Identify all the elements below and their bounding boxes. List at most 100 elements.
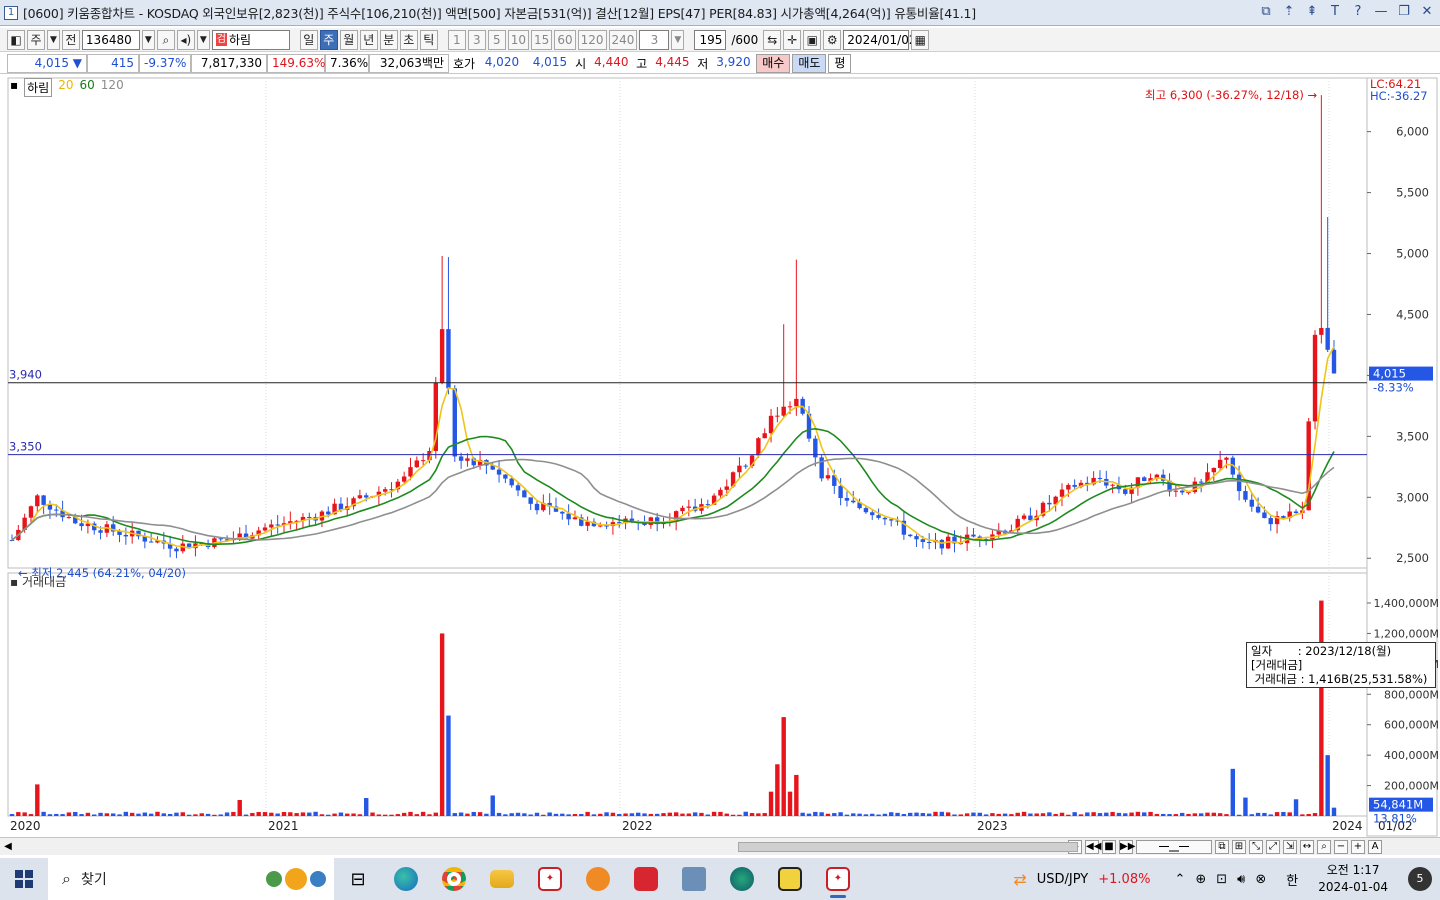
chrome-icon[interactable] bbox=[430, 858, 478, 900]
candle-body bbox=[509, 478, 514, 486]
notification-badge[interactable]: 5 bbox=[1408, 867, 1432, 891]
tile-icon[interactable]: ⧉ bbox=[1259, 4, 1273, 19]
calendar-icon[interactable]: ▦ bbox=[911, 29, 930, 50]
pin-icon[interactable]: ⇡ bbox=[1282, 4, 1296, 19]
volume-bar bbox=[218, 814, 223, 816]
speaker-dropdown-icon[interactable]: ▼ bbox=[196, 29, 210, 50]
volume-bar bbox=[1034, 813, 1039, 816]
chart-type-select[interactable]: 주 bbox=[27, 29, 45, 50]
chart-area[interactable]: 6,0005,5005,0004,5004,0003,5003,0002,500… bbox=[0, 76, 1440, 837]
sticky-notes-icon[interactable] bbox=[766, 858, 814, 900]
sell-button[interactable]: 매도 bbox=[792, 53, 827, 73]
calculator-icon[interactable] bbox=[670, 858, 718, 900]
copy-icon[interactable]: ⧉ bbox=[1215, 839, 1229, 854]
chevron-down-icon[interactable]: ▼ bbox=[47, 29, 60, 50]
compare-icon[interactable]: ⇆ bbox=[763, 29, 782, 50]
font-a-icon[interactable]: A bbox=[1368, 839, 1382, 854]
help-icon[interactable]: ? bbox=[1351, 4, 1365, 19]
rewind-icon[interactable]: ◀◀ bbox=[1085, 839, 1101, 854]
kiwoom-chart-active-icon[interactable]: ✦ bbox=[814, 858, 862, 900]
volume-bar bbox=[939, 811, 945, 816]
search-icon[interactable]: ⌕ bbox=[156, 29, 175, 50]
period-month[interactable]: 월 bbox=[339, 29, 358, 50]
taskbar-search[interactable]: ⌕ 찾기 bbox=[48, 858, 334, 900]
interval-5[interactable]: 5 bbox=[487, 29, 506, 50]
chevron-up-icon[interactable]: ⌃ bbox=[1174, 872, 1185, 887]
interval-3[interactable]: 3 bbox=[467, 29, 486, 50]
scroll-left-icon[interactable]: ◀ bbox=[0, 841, 16, 852]
period-second[interactable]: 초 bbox=[399, 29, 418, 50]
candle-body bbox=[35, 495, 40, 507]
zoom-slider[interactable]: ⎯⎯⎽⎯⎯ bbox=[1136, 839, 1212, 854]
orange-app-icon[interactable] bbox=[574, 858, 622, 900]
eval-button[interactable]: 평 bbox=[828, 53, 852, 73]
interval-select[interactable]: 3 bbox=[639, 29, 670, 50]
stock-name-field[interactable]: 검 하림 bbox=[211, 29, 290, 50]
volume-bar bbox=[623, 813, 628, 816]
security-icon[interactable]: ⊕ bbox=[1195, 872, 1206, 887]
restore-button[interactable]: ❐ bbox=[1397, 4, 1411, 19]
count-input[interactable]: 195 bbox=[694, 29, 727, 50]
gear-icon[interactable]: ⚙ bbox=[823, 29, 842, 50]
task-view-icon[interactable]: ⊟ bbox=[334, 858, 382, 900]
green-app-icon[interactable] bbox=[718, 858, 766, 900]
interval-240[interactable]: 240 bbox=[608, 29, 638, 50]
candle-body bbox=[1236, 474, 1242, 492]
interval-10[interactable]: 10 bbox=[507, 29, 530, 50]
arrange-icon[interactable]: ⤡ bbox=[1249, 839, 1263, 854]
interval-60[interactable]: 60 bbox=[554, 29, 576, 50]
scroll-track[interactable] bbox=[16, 840, 1078, 854]
save-icon[interactable]: ▣ bbox=[803, 29, 822, 50]
minimize-button[interactable]: — bbox=[1374, 4, 1388, 19]
interval-dropdown-icon[interactable]: ▼ bbox=[671, 29, 685, 50]
crosshair-icon[interactable]: ✛ bbox=[783, 29, 802, 50]
interval-120[interactable]: 120 bbox=[577, 29, 607, 50]
horizontal-scrollbar[interactable]: ◀ ▶ ◀◀ ■ ▶▶ ⎯⎯⎽⎯⎯ ⧉ ⊞ ⤡ ⤢ ⇲ ↔ ⌕ − + A bbox=[0, 837, 1440, 855]
period-minute[interactable]: 분 bbox=[379, 29, 398, 50]
code-dropdown-icon[interactable]: ▼ bbox=[141, 29, 155, 50]
volume-bar bbox=[1173, 814, 1179, 816]
split-icon[interactable]: ⊞ bbox=[1232, 839, 1246, 854]
prev-button[interactable]: 전 bbox=[61, 29, 80, 50]
volume-bar bbox=[794, 774, 799, 816]
interval-1[interactable]: 1 bbox=[447, 29, 466, 50]
tray-close-icon[interactable]: ⊗ bbox=[1255, 872, 1266, 887]
volume-bar bbox=[667, 812, 673, 816]
chart-svg[interactable]: 6,0005,5005,0004,5004,0003,5003,0002,500… bbox=[0, 76, 1440, 837]
fast-forward-icon[interactable]: ▶▶ bbox=[1119, 839, 1135, 854]
volume-bar bbox=[711, 811, 717, 816]
stock-code-input[interactable]: 136480 bbox=[81, 29, 140, 50]
volume-icon[interactable]: 🔊︎ bbox=[1237, 872, 1245, 887]
ime-indicator[interactable]: 한 bbox=[1286, 870, 1298, 889]
interval-15[interactable]: 15 bbox=[531, 29, 553, 50]
volume-bar bbox=[307, 812, 312, 816]
stop-icon[interactable]: ■ bbox=[1102, 839, 1116, 854]
edge-icon[interactable] bbox=[382, 858, 430, 900]
zoom-in-icon[interactable]: + bbox=[1351, 839, 1365, 854]
start-button[interactable] bbox=[0, 858, 48, 900]
candle-body bbox=[794, 398, 799, 407]
pin-top-icon[interactable]: ⇞ bbox=[1305, 4, 1319, 19]
network-icon[interactable]: ⊡ bbox=[1216, 872, 1227, 887]
clock[interactable]: 오전 1:17 2024-01-04 bbox=[1318, 862, 1388, 896]
move-icon[interactable]: ↔ bbox=[1300, 839, 1314, 854]
red-app-icon[interactable] bbox=[622, 858, 670, 900]
font-icon[interactable]: T bbox=[1328, 4, 1342, 19]
file-explorer-icon[interactable] bbox=[478, 858, 526, 900]
scroll-thumb[interactable] bbox=[738, 841, 1078, 852]
period-tick[interactable]: 틱 bbox=[419, 29, 438, 50]
kiwoom-app-icon[interactable]: ✦ bbox=[526, 858, 574, 900]
date-input[interactable]: 2024/01/02 bbox=[843, 29, 916, 50]
expand-icon[interactable]: ⤢ bbox=[1266, 839, 1280, 854]
period-year[interactable]: 년 bbox=[359, 29, 378, 50]
zoom-out-icon[interactable]: − bbox=[1334, 839, 1348, 854]
buy-button[interactable]: 매수 bbox=[756, 53, 791, 73]
shrink-icon[interactable]: ⇲ bbox=[1283, 839, 1297, 854]
period-day[interactable]: 일 bbox=[299, 29, 318, 50]
layout-icon[interactable]: ◧ bbox=[7, 29, 25, 50]
period-week[interactable]: 주 bbox=[319, 29, 338, 50]
speaker-icon[interactable]: ◂) bbox=[176, 29, 195, 50]
close-button[interactable]: ✕ bbox=[1420, 4, 1434, 19]
volume-bar bbox=[389, 814, 394, 816]
zoom-search-icon[interactable]: ⌕ bbox=[1317, 839, 1331, 854]
